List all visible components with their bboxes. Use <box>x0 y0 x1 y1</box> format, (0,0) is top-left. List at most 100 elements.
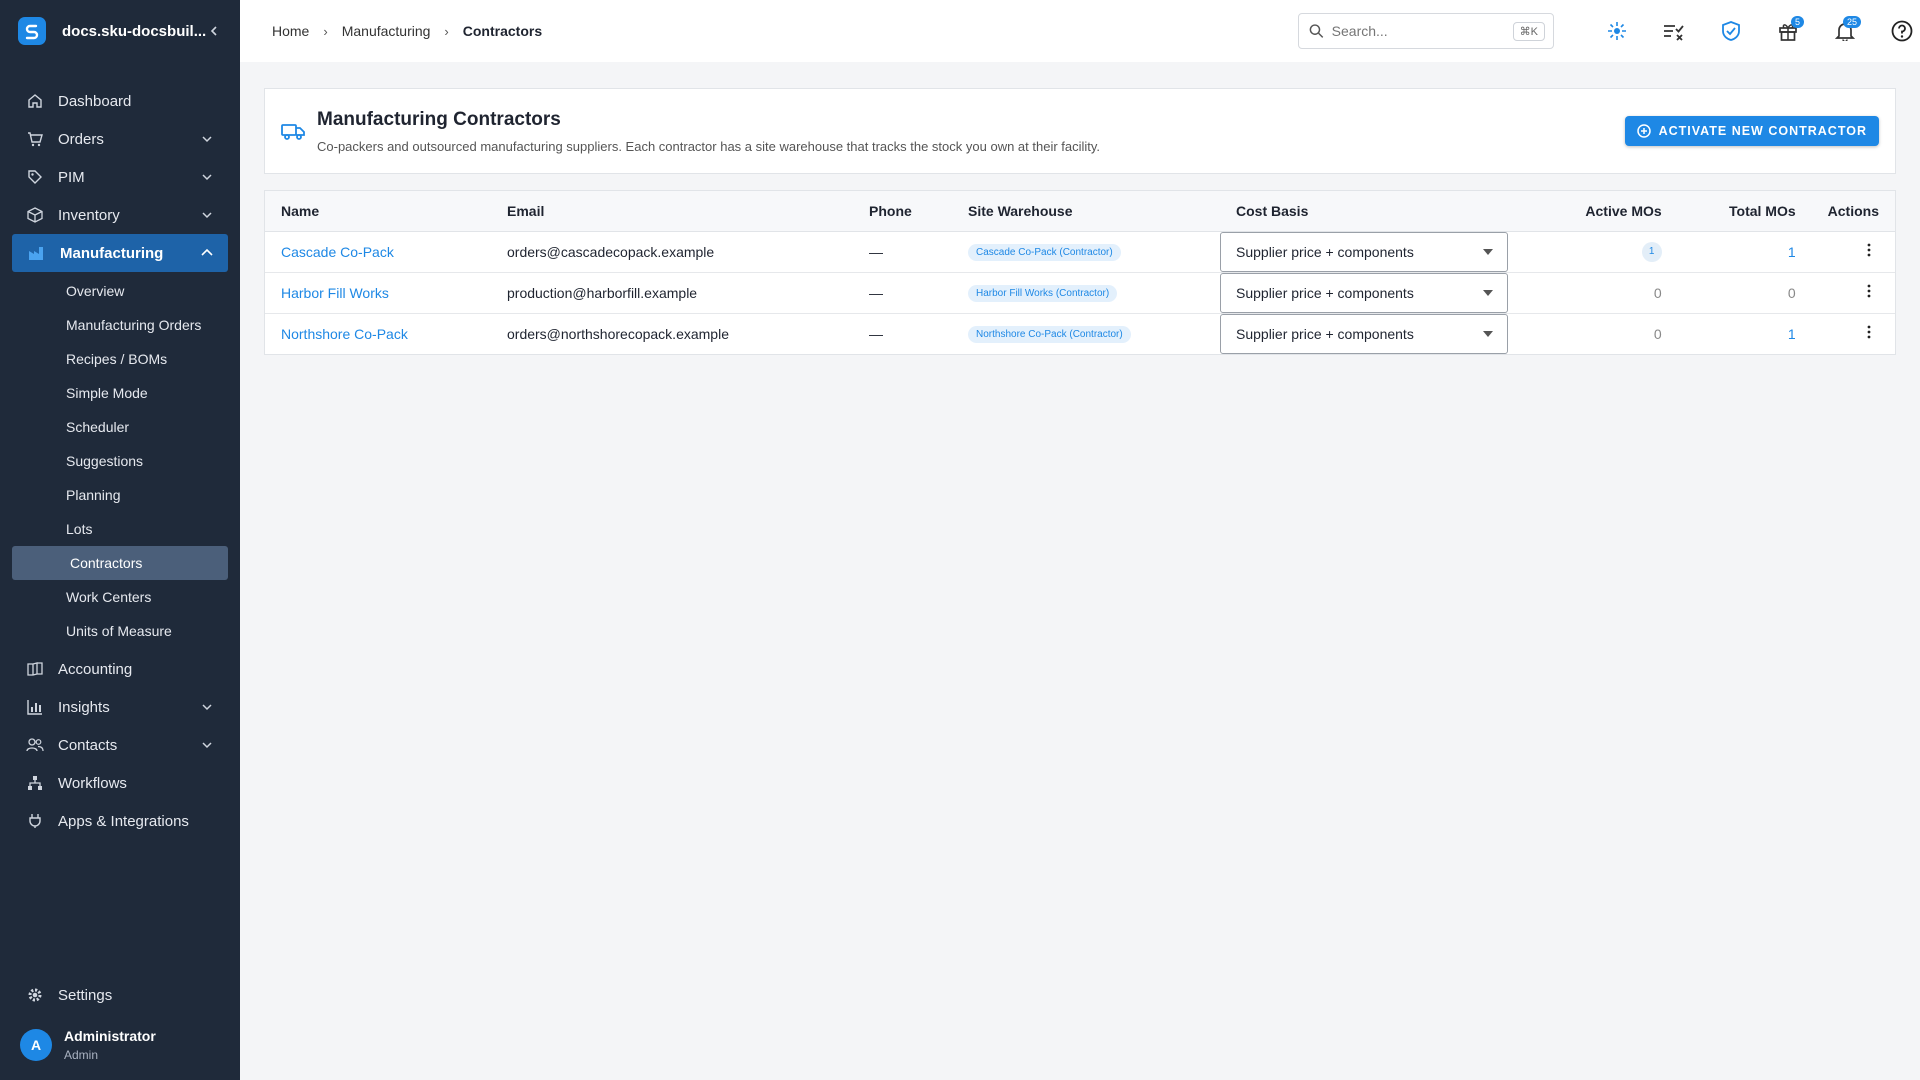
sidebar-item-apps-integrations[interactable]: Apps & Integrations <box>0 802 240 840</box>
settings-label: Settings <box>58 986 113 1004</box>
sidebar-subitem-recipes-boms[interactable]: Recipes / BOMs <box>0 342 240 376</box>
breadcrumb: Home › Manufacturing › Contractors <box>272 23 1298 39</box>
sidebar-subitem-suggestions[interactable]: Suggestions <box>0 444 240 478</box>
sidebar-item-manufacturing[interactable]: Manufacturing <box>12 234 228 272</box>
column-header-total-mos[interactable]: Total MOs <box>1677 191 1812 232</box>
security-button[interactable] <box>1713 13 1749 49</box>
tag-icon <box>26 168 44 186</box>
activate-new-contractor-button[interactable]: ACTIVATE NEW CONTRACTOR <box>1624 116 1879 146</box>
column-header-site-warehouse[interactable]: Site Warehouse <box>952 191 1220 232</box>
workspace-header[interactable]: docs.sku-docsbuil... <box>0 0 240 62</box>
sidebar-subitem-simple-mode[interactable]: Simple Mode <box>0 376 240 410</box>
contractor-phone: — <box>853 272 952 314</box>
sidebar-item-label: Apps & Integrations <box>58 812 189 830</box>
sidebar-item-label: Inventory <box>58 206 120 224</box>
sidebar-subitem-lots[interactable]: Lots <box>0 512 240 546</box>
sidebar-item-workflows[interactable]: Workflows <box>0 764 240 802</box>
help-button[interactable] <box>1884 13 1920 49</box>
page-title: Manufacturing Contractors <box>317 108 561 130</box>
user-profile[interactable]: A Administrator Admin <box>0 1028 240 1080</box>
home-icon <box>26 92 44 110</box>
column-header-active-mos[interactable]: Active MOs <box>1539 191 1678 232</box>
people-icon <box>26 736 44 754</box>
search-box[interactable]: ⌘K <box>1298 13 1554 49</box>
notifications-button[interactable]: 25 <box>1827 13 1863 49</box>
cost-basis-select[interactable]: Supplier price + components <box>1220 313 1508 354</box>
table-row: Northshore Co-Pack orders@northshorecopa… <box>265 313 1895 354</box>
more-actions-icon[interactable] <box>1859 325 1879 339</box>
sidebar-item-label: Insights <box>58 698 110 716</box>
active-mos-count[interactable]: 1 <box>1641 242 1662 262</box>
more-actions-icon[interactable] <box>1859 284 1879 298</box>
breadcrumb-separator-icon: › <box>444 23 449 39</box>
total-mos-count[interactable]: 1 <box>1788 326 1796 342</box>
contractor-email: orders@cascadecopack.example <box>491 231 853 273</box>
dropdown-arrow-icon <box>1483 289 1493 296</box>
warehouse-chip[interactable]: Northshore Co-Pack (Contractor) <box>968 326 1131 344</box>
sidebar-subitem-work-centers[interactable]: Work Centers <box>0 580 240 614</box>
contractor-name-link[interactable]: Northshore Co-Pack <box>281 326 408 342</box>
contractor-name-link[interactable]: Harbor Fill Works <box>281 285 389 301</box>
sidebar-item-label: Manufacturing <box>60 244 164 262</box>
user-role: Admin <box>64 1048 99 1062</box>
total-mos-count[interactable]: 1 <box>1788 244 1796 260</box>
contractor-name-link[interactable]: Cascade Co-Pack <box>281 244 394 260</box>
gear-icon <box>26 986 44 1004</box>
column-header-phone[interactable]: Phone <box>853 191 952 232</box>
sidebar-item-contacts[interactable]: Contacts <box>0 726 240 764</box>
sidebar-item-insights[interactable]: Insights <box>0 688 240 726</box>
sidebar-footer: Settings A Administrator Admin <box>0 976 240 1080</box>
column-header-cost-basis[interactable]: Cost Basis <box>1220 191 1540 232</box>
contractors-table-card: Name Email Phone Site Warehouse Cost Bas… <box>264 190 1896 355</box>
cost-basis-select[interactable]: Supplier price + components <box>1220 272 1508 313</box>
sidebar-subitem-contractors[interactable]: Contractors <box>12 546 228 580</box>
dropdown-arrow-icon <box>1483 248 1493 255</box>
box-icon <box>26 206 44 224</box>
sidebar-item-pim[interactable]: PIM <box>0 158 240 196</box>
tasks-button[interactable] <box>1656 13 1692 49</box>
ledger-icon <box>26 660 44 678</box>
top-bar: Home › Manufacturing › Contractors ⌘K 5 … <box>240 0 1920 62</box>
sidebar-subitem-scheduler[interactable]: Scheduler <box>0 410 240 444</box>
search-input[interactable] <box>1331 23 1513 39</box>
sidebar-item-label: PIM <box>58 168 85 186</box>
column-header-name[interactable]: Name <box>265 191 491 232</box>
sidebar-item-accounting[interactable]: Accounting <box>0 650 240 688</box>
sidebar-subitem-overview[interactable]: Overview <box>0 274 240 308</box>
cost-basis-value: Supplier price + components <box>1236 243 1414 260</box>
contractor-email: orders@northshorecopack.example <box>507 325 729 342</box>
breadcrumb-manufacturing[interactable]: Manufacturing <box>342 23 431 39</box>
ai-assistant-button[interactable] <box>1599 13 1635 49</box>
sidebar-subitem-units-of-measure[interactable]: Units of Measure <box>0 614 240 648</box>
main-content: Manufacturing Contractors Co-packers and… <box>264 88 1896 355</box>
total-mos-count: 0 <box>1787 284 1796 301</box>
whats-new-button[interactable]: 5 <box>1770 13 1806 49</box>
cost-basis-select[interactable]: Supplier price + components <box>1220 231 1508 272</box>
truck-icon <box>281 121 305 145</box>
search-icon <box>1309 24 1324 38</box>
sidebar-item-orders[interactable]: Orders <box>0 120 240 158</box>
sidebar-subitem-manufacturing-orders[interactable]: Manufacturing Orders <box>0 308 240 342</box>
column-header-actions: Actions <box>1811 191 1895 232</box>
warehouse-chip[interactable]: Harbor Fill Works (Contractor) <box>968 285 1118 302</box>
workspace-name: docs.sku-docsbuil... <box>62 22 206 40</box>
sidebar-item-settings[interactable]: Settings <box>0 976 240 1014</box>
active-mos-count: 0 <box>1653 284 1662 301</box>
sidebar-item-label: Accounting <box>58 660 133 678</box>
sidebar-subitem-planning[interactable]: Planning <box>0 478 240 512</box>
column-header-email[interactable]: Email <box>491 191 853 232</box>
warehouse-chip[interactable]: Cascade Co-Pack (Contractor) <box>968 244 1121 261</box>
sidebar-item-inventory[interactable]: Inventory <box>0 196 240 234</box>
collapse-sidebar-icon[interactable] <box>206 23 222 39</box>
activate-button-label: ACTIVATE NEW CONTRACTOR <box>1658 124 1867 138</box>
plus-circle-icon <box>1636 124 1651 138</box>
breadcrumb-separator-icon: › <box>323 23 328 39</box>
search-shortcut: ⌘K <box>1512 21 1545 41</box>
more-actions-icon[interactable] <box>1859 243 1879 257</box>
gift-badge: 5 <box>1790 16 1804 28</box>
sidebar-item-label: Dashboard <box>58 92 132 110</box>
sidebar-item-label: Orders <box>58 130 104 148</box>
sidebar-item-dashboard[interactable]: Dashboard <box>0 82 240 120</box>
breadcrumb-home[interactable]: Home <box>272 23 309 39</box>
sidebar: docs.sku-docsbuil... Dashboard Orders PI… <box>0 0 240 1080</box>
